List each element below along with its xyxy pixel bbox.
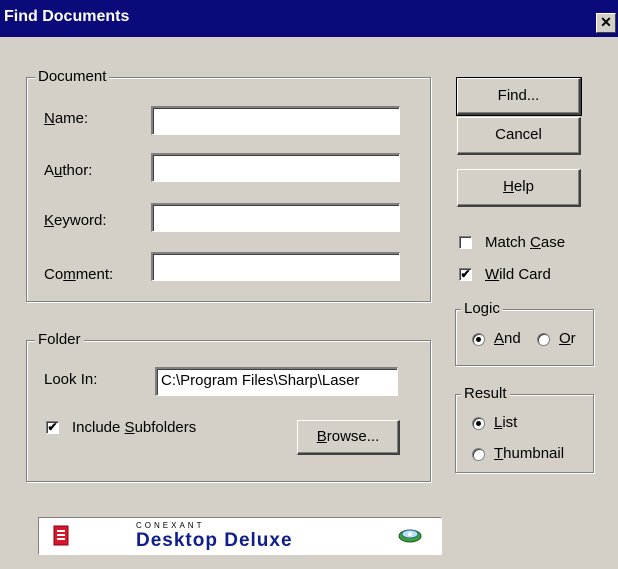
- include-subfolders-label: Include Subfolders: [72, 419, 197, 436]
- result-group-legend: Result: [461, 385, 510, 403]
- author-label: Author:: [44, 162, 93, 179]
- include-subfolders-checkbox[interactable]: ✔: [46, 421, 59, 434]
- selected-dot-icon: [476, 337, 481, 342]
- document-group-legend: Document: [35, 68, 110, 86]
- disc-logo-icon: [398, 529, 422, 543]
- wild-card-checkbox[interactable]: ✔: [459, 268, 472, 281]
- folder-group: Folder: [26, 331, 431, 482]
- keyword-label: Keyword:: [44, 212, 107, 229]
- browse-button[interactable]: Browse...: [297, 420, 400, 455]
- document-logo-icon: [53, 525, 69, 546]
- comment-label: Comment:: [44, 266, 114, 283]
- comment-input[interactable]: [151, 252, 400, 281]
- help-label: Help: [503, 178, 534, 195]
- name-label: Name:: [44, 110, 89, 127]
- or-radio[interactable]: [537, 333, 550, 346]
- check-icon: ✔: [47, 420, 58, 434]
- window-title: Find Documents: [4, 8, 130, 25]
- logic-group-legend: Logic: [461, 300, 503, 318]
- product-banner: CONEXANT Desktop Deluxe: [38, 517, 442, 555]
- thumbnail-radio[interactable]: [472, 448, 485, 461]
- or-label: Or: [559, 330, 576, 347]
- find-button[interactable]: Find...: [456, 77, 582, 116]
- look-in-input[interactable]: C:\Program Files\Sharp\Laser: [155, 367, 398, 396]
- look-in-label: Look In:: [44, 371, 98, 388]
- wild-card-label: Wild Card: [485, 266, 551, 283]
- cancel-label: Cancel: [495, 126, 542, 143]
- author-input[interactable]: [151, 153, 400, 182]
- brand-small-text: CONEXANT: [136, 521, 205, 530]
- brand-title: Desktop Deluxe: [136, 530, 293, 551]
- and-label: And: [494, 330, 521, 347]
- cancel-button[interactable]: Cancel: [457, 117, 581, 155]
- match-case-checkbox[interactable]: [459, 236, 472, 249]
- close-icon: ✕: [600, 14, 612, 30]
- title-bar: Find Documents ✕: [0, 0, 618, 37]
- check-icon: ✔: [460, 267, 471, 281]
- folder-group-legend: Folder: [35, 331, 84, 349]
- browse-label: Browse...: [316, 428, 380, 445]
- name-input[interactable]: [151, 106, 400, 135]
- and-radio[interactable]: [472, 333, 485, 346]
- help-button[interactable]: Help: [457, 169, 581, 207]
- list-radio[interactable]: [472, 417, 485, 430]
- list-label: List: [494, 414, 518, 431]
- find-label: Find...: [497, 87, 540, 104]
- close-button[interactable]: ✕: [596, 13, 616, 33]
- match-case-label: Match Case: [485, 234, 566, 251]
- keyword-input[interactable]: [151, 203, 400, 232]
- selected-dot-icon: [476, 421, 481, 426]
- thumbnail-label: Thumbnail: [494, 445, 565, 462]
